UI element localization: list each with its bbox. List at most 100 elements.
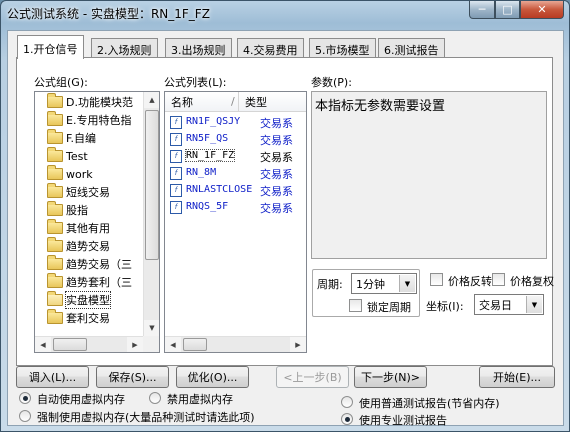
- chevron-down-icon[interactable]: ▼: [399, 275, 415, 292]
- column-header-type[interactable]: 类型: [238, 92, 306, 112]
- tree-item-label: 趋势套利（三: [66, 276, 132, 289]
- disable-virtual-memory-label: 禁用虚拟内存: [167, 393, 233, 406]
- scroll-right-icon[interactable]: ▶: [127, 337, 143, 352]
- formula-list-label: 公式列表(L):: [164, 76, 227, 89]
- tab-market-model[interactable]: 5.市场模型: [309, 38, 376, 58]
- prev-step-button[interactable]: <上一步(B): [276, 366, 349, 388]
- tab-exit-rules[interactable]: 3.出场规则: [165, 38, 232, 58]
- folder-icon: [47, 147, 63, 162]
- scroll-down-icon[interactable]: ▼: [144, 320, 159, 336]
- formula-row[interactable]: f RN1F_QSJY 交易系: [165, 114, 306, 131]
- tree-item[interactable]: E.专用特色指: [35, 111, 131, 129]
- main-window: 公式测试系统 - 实盘模型：RN_1F_FZ ─ □ ✕ 1.开仓信号 2.入场…: [0, 0, 570, 432]
- tree-vertical-scrollbar[interactable]: ▲ ▼: [143, 92, 159, 336]
- formula-row[interactable]: f RNLASTCLOSE 交易系: [165, 182, 306, 199]
- formula-row[interactable]: f RN5F_QS 交易系: [165, 131, 306, 148]
- tree-item[interactable]: 趋势交易（三: [35, 255, 132, 273]
- tree-item[interactable]: work: [35, 165, 93, 183]
- tree-item[interactable]: 套利交易: [35, 309, 110, 327]
- tree-item-label: work: [66, 167, 93, 181]
- formula-group-tree[interactable]: D.功能模块范 E.专用特色指 F.自编 Test work 短线交易股指其他有用趋势交易…: [34, 91, 160, 353]
- tree-item[interactable]: 实盘模型: [35, 291, 111, 309]
- tree-item-label: 趋势交易（三: [66, 258, 132, 271]
- tab-entry-signal[interactable]: 1.开仓信号: [17, 35, 84, 59]
- lock-period-label: 锁定周期: [367, 301, 411, 314]
- lock-period-checkbox[interactable]: [349, 299, 362, 312]
- formula-icon: f: [170, 167, 182, 180]
- scroll-left-icon[interactable]: ◀: [35, 337, 51, 352]
- tab-panel: 公式组(G): D.功能模块范 E.专用特色指 F.自编 Test work 短线交易股指…: [16, 57, 554, 366]
- tab-entry-rules[interactable]: 2.入场规则: [91, 38, 158, 58]
- radio-normal-report[interactable]: [341, 396, 353, 408]
- formula-name: RNLASTCLOSE: [186, 184, 253, 195]
- tree-item-label: 短线交易: [66, 186, 110, 199]
- price-adjust-checkbox[interactable]: [430, 273, 443, 286]
- formula-row[interactable]: f RN_8M 交易系: [165, 165, 306, 182]
- column-header-name[interactable]: 名称 /: [165, 92, 238, 112]
- list-horizontal-scrollbar[interactable]: ◀ ▶: [165, 336, 306, 352]
- folder-icon: [47, 237, 63, 252]
- folder-icon: [47, 291, 63, 306]
- radio-force-virtual-memory[interactable]: [19, 410, 31, 422]
- period-group: 周期: 1分钟 ▼ 锁定周期: [312, 269, 420, 317]
- price-restore-checkbox[interactable]: [492, 273, 505, 286]
- radio-auto-virtual-memory[interactable]: [19, 392, 31, 404]
- radio-disable-virtual-memory[interactable]: [149, 392, 161, 404]
- load-button[interactable]: 调入(L)...: [16, 366, 89, 388]
- tree-hscroll-thumb[interactable]: [53, 338, 87, 351]
- scroll-left-icon[interactable]: ◀: [165, 337, 181, 352]
- maximize-button[interactable]: □: [495, 1, 520, 19]
- formula-list[interactable]: 名称 / 类型 f RN1F_QSJY 交易系 f RN5F_QS 交易系 f RN_1F_F…: [164, 91, 307, 353]
- next-step-button[interactable]: 下一步(N)>: [354, 366, 427, 388]
- force-virtual-memory-label: 强制使用虚拟内存(大量品种测试时请选此项): [37, 411, 255, 424]
- chevron-down-icon[interactable]: ▼: [526, 296, 542, 313]
- params-box: 本指标无参数需要设置: [311, 91, 547, 259]
- folder-icon: [47, 165, 63, 180]
- formula-group-label: 公式组(G):: [34, 76, 88, 89]
- tree-item[interactable]: 趋势套利（三: [35, 273, 132, 291]
- tree-item[interactable]: 趋势交易: [35, 237, 110, 255]
- coordinate-select[interactable]: 交易日 ▼: [474, 294, 544, 315]
- coordinate-select-value: 交易日: [479, 299, 512, 312]
- price-restore-label: 价格复权: [510, 275, 554, 288]
- save-button[interactable]: 保存(S)...: [96, 366, 169, 388]
- tree-item-label: 实盘模型: [65, 291, 111, 309]
- formula-name: RN_1F_FZ: [184, 149, 236, 162]
- folder-icon: [47, 255, 63, 270]
- formula-name: RN1F_QSJY: [186, 116, 241, 127]
- formula-row[interactable]: f RNQS_5F 交易系: [165, 199, 306, 216]
- title-bar[interactable]: 公式测试系统 - 实盘模型：RN_1F_FZ ─ □ ✕: [1, 1, 569, 25]
- tree-item[interactable]: 短线交易: [35, 183, 110, 201]
- start-button[interactable]: 开始(E)...: [479, 366, 555, 388]
- formula-name: RN5F_QS: [186, 133, 229, 144]
- period-select[interactable]: 1分钟 ▼: [351, 273, 417, 294]
- list-hscroll-thumb[interactable]: [183, 338, 207, 351]
- close-button[interactable]: ✕: [520, 1, 564, 19]
- scroll-up-icon[interactable]: ▲: [144, 92, 159, 108]
- tree-item[interactable]: F.自编: [35, 129, 96, 147]
- formula-row[interactable]: f RN_1F_FZ 交易系: [165, 148, 306, 165]
- tree-item[interactable]: 其他有用: [35, 219, 110, 237]
- tree-item[interactable]: Test: [35, 147, 88, 165]
- tab-test-report[interactable]: 6.测试报告: [378, 38, 445, 58]
- scroll-right-icon[interactable]: ▶: [290, 337, 306, 352]
- tree-item-label: 其他有用: [66, 222, 110, 235]
- tree-item[interactable]: D.功能模块范: [35, 93, 133, 111]
- tree-scroll-thumb[interactable]: [145, 110, 159, 260]
- optimize-button[interactable]: 优化(O)...: [176, 366, 249, 388]
- formula-icon: f: [170, 116, 182, 129]
- minimize-button[interactable]: ─: [469, 1, 495, 19]
- tree-item[interactable]: 股指: [35, 201, 88, 219]
- tree-item-label: 趋势交易: [66, 240, 110, 253]
- tree-item-label: D.功能模块范: [66, 96, 133, 109]
- tree-horizontal-scrollbar[interactable]: ◀ ▶: [35, 336, 143, 352]
- tree-item-label: Test: [66, 149, 88, 163]
- column-header-type-label: 类型: [245, 95, 267, 109]
- coordinate-label: 坐标(I):: [426, 300, 464, 313]
- radio-professional-report[interactable]: [341, 413, 353, 425]
- formula-name: RN_8M: [186, 167, 217, 178]
- folder-icon: [47, 129, 63, 144]
- window-title: 公式测试系统 - 实盘模型：RN_1F_FZ: [7, 7, 210, 21]
- formula-icon: f: [170, 184, 182, 197]
- tab-trading-fees[interactable]: 4.交易费用: [237, 38, 304, 58]
